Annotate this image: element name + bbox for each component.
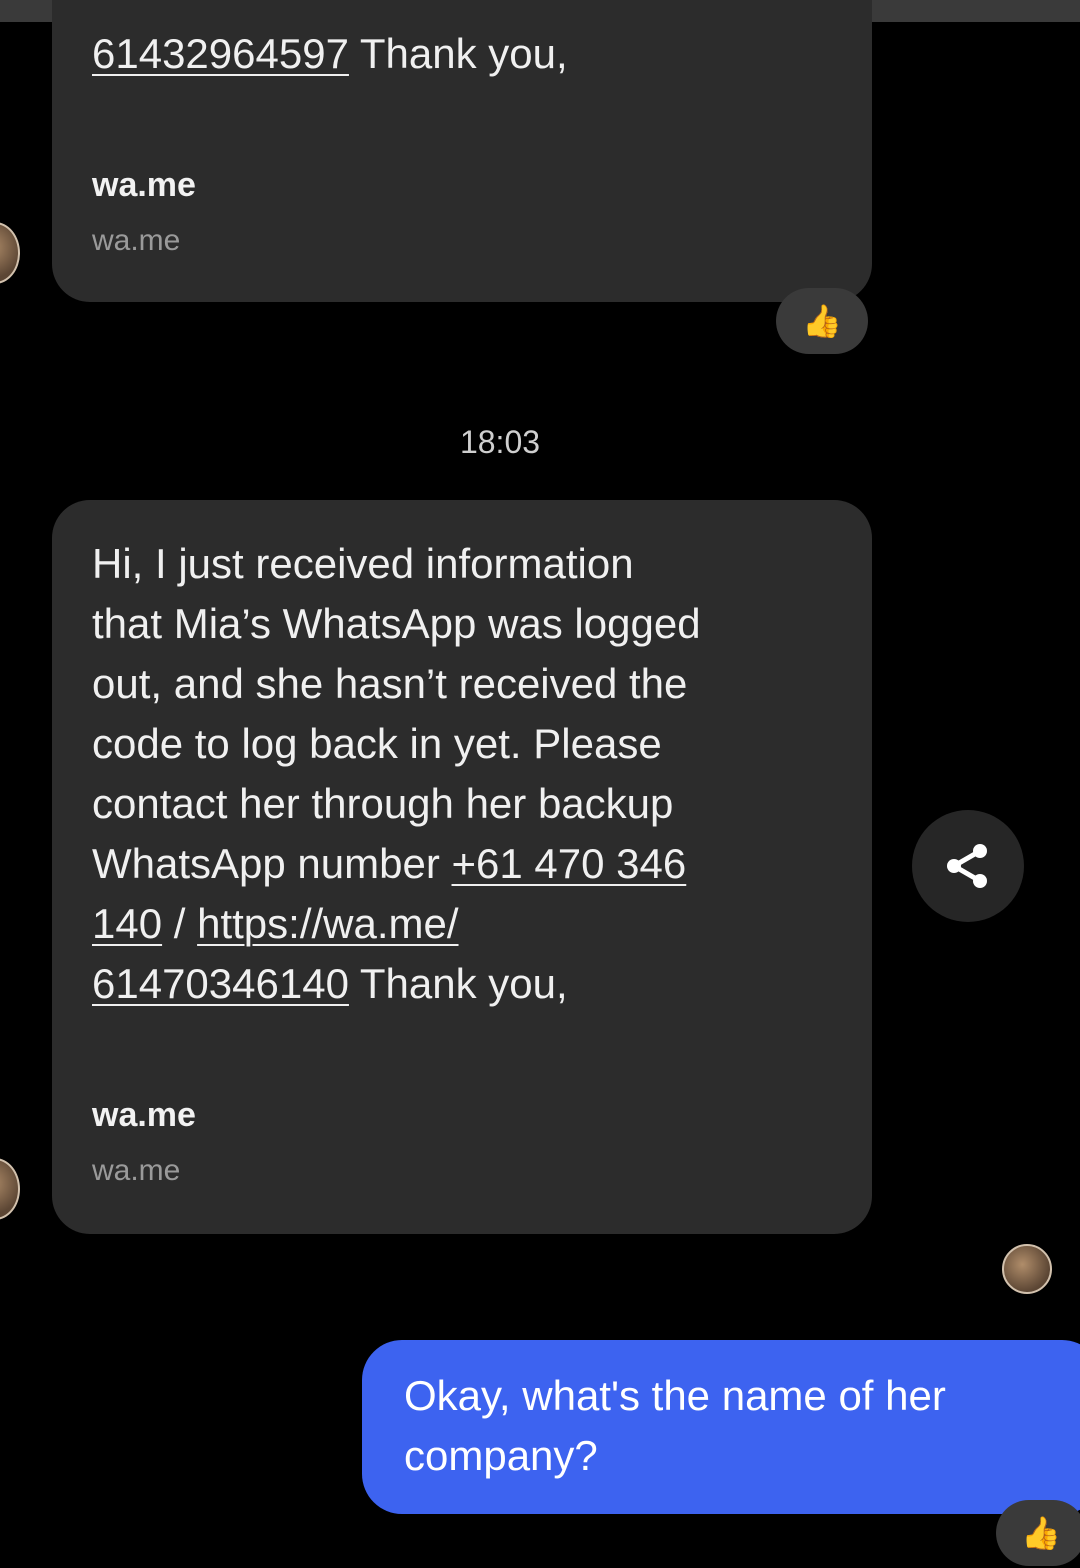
reaction-badge[interactable]: 👍: [776, 288, 868, 354]
outgoing-message[interactable]: Okay, what's the name of her company?: [362, 1340, 1080, 1514]
url-link-continued[interactable]: 61470346140: [92, 960, 349, 1007]
contact-avatar[interactable]: [0, 1158, 20, 1220]
message-text-tail: Thank you,: [348, 960, 568, 1007]
contact-avatar[interactable]: [1002, 1244, 1052, 1294]
message-line: Hi, I just received information: [92, 540, 634, 587]
message-text: 61432964597 Thank you,: [92, 24, 842, 84]
message-line: Okay, what's the name of her: [404, 1372, 946, 1419]
contact-avatar[interactable]: [0, 222, 20, 284]
message-line: out, and she hasn’t received the: [92, 660, 688, 707]
phone-link[interactable]: 61432964597: [92, 30, 349, 77]
thumbs-up-icon: 👍: [802, 303, 842, 339]
message-line: contact her through her backup: [92, 780, 674, 827]
message-text: Okay, what's the name of her company?: [404, 1366, 1072, 1486]
share-button[interactable]: [912, 810, 1024, 922]
link-preview-domain: wa.me: [92, 1154, 181, 1187]
link-preview-title[interactable]: wa.me: [92, 1096, 196, 1135]
link-preview-domain: wa.me: [92, 224, 181, 257]
message-line: company?: [404, 1432, 598, 1479]
message-line: that Mia’s WhatsApp was logged: [92, 600, 701, 647]
message-line: code to log back in yet. Please: [92, 720, 662, 767]
share-icon: [947, 844, 987, 888]
phone-link[interactable]: +61 470 346: [452, 840, 687, 887]
message-line: 61470346140 Thank you,: [92, 954, 842, 1014]
reaction-badge[interactable]: 👍: [996, 1500, 1080, 1566]
chat-screen: 61432964597 Thank you, wa.me wa.me 👍 18:…: [0, 0, 1080, 1568]
message-text-segment: WhatsApp number: [92, 840, 452, 887]
message-text: Hi, I just received information that Mia…: [92, 534, 842, 1014]
incoming-message-2[interactable]: Hi, I just received information that Mia…: [52, 500, 872, 1234]
timestamp: 18:03: [459, 424, 541, 460]
thumbs-up-icon: 👍: [1021, 1515, 1061, 1551]
incoming-message-1[interactable]: 61432964597 Thank you, wa.me wa.me: [52, 0, 872, 302]
url-link[interactable]: https://wa.me/: [197, 900, 458, 947]
message-text-tail: Thank you,: [348, 30, 568, 77]
separator-text: /: [162, 900, 198, 947]
message-line: WhatsApp number +61 470 346: [92, 834, 842, 894]
link-preview-title[interactable]: wa.me: [92, 166, 196, 205]
message-line: 140 / https://wa.me/: [92, 894, 842, 954]
phone-link-continued[interactable]: 140: [92, 900, 162, 947]
